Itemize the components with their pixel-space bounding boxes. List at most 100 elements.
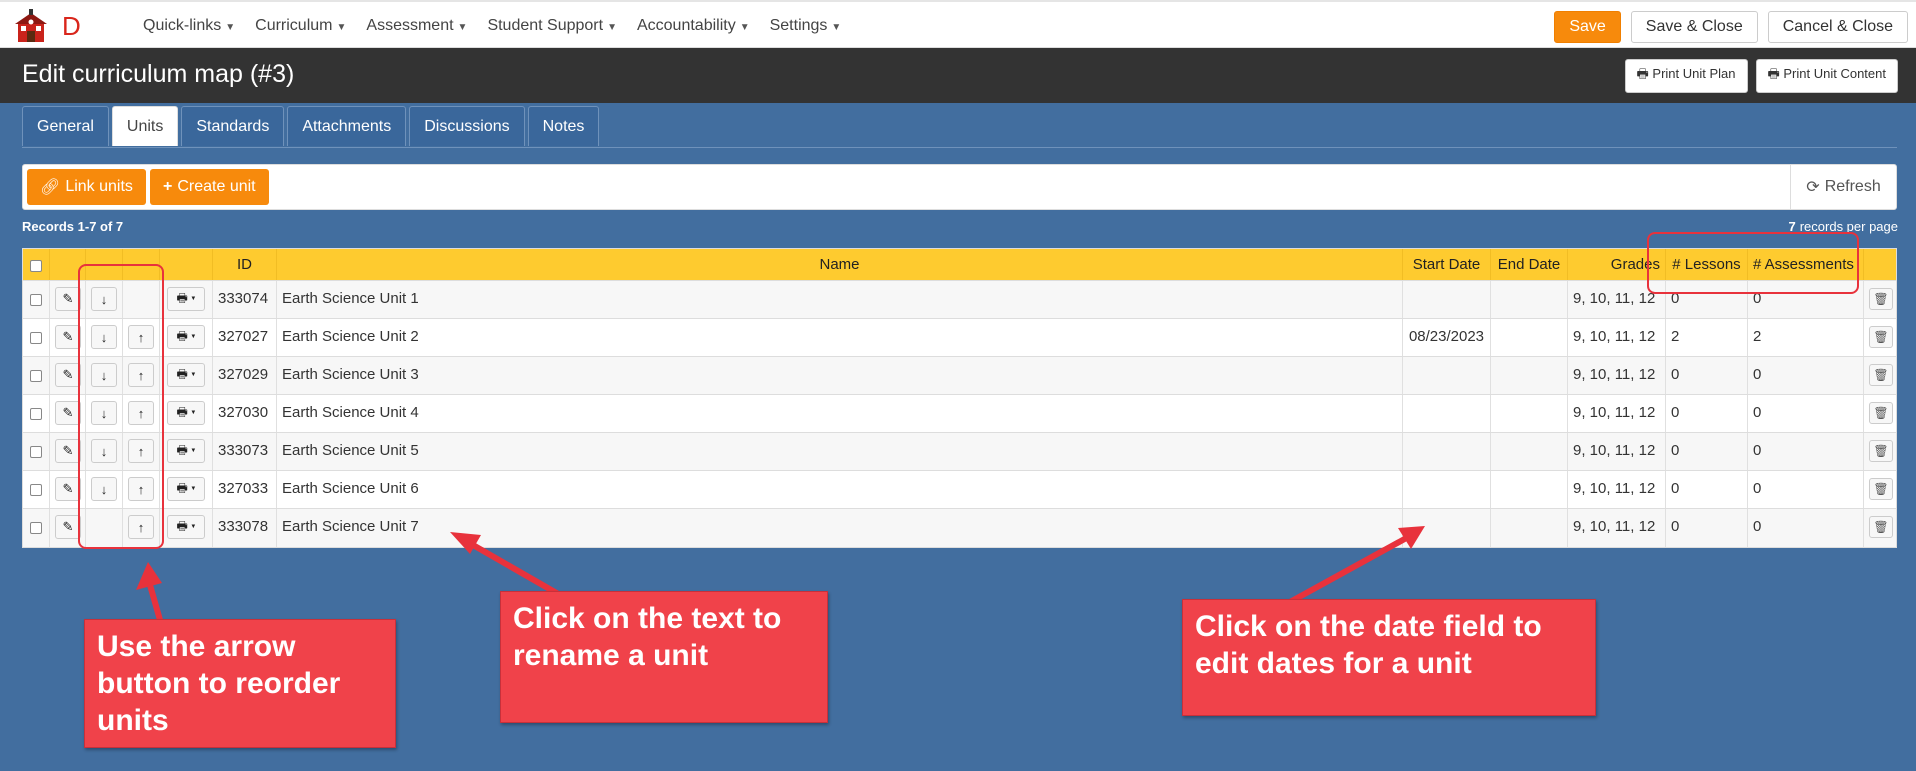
print-unit-content-button[interactable]: 🖶 Print Unit Content <box>1755 59 1898 93</box>
printer-icon: 🖶 <box>1636 66 1653 81</box>
caret-down-icon: ▼ <box>831 22 842 33</box>
tab-notes[interactable]: Notes <box>527 106 600 146</box>
refresh-button[interactable]: ⟳ Refresh <box>1790 165 1896 209</box>
select-all-cell <box>23 249 50 280</box>
select-all-checkbox[interactable] <box>30 260 42 272</box>
unit-name[interactable]: Earth Science Unit 4 <box>277 395 1403 432</box>
start-date[interactable] <box>1403 357 1491 394</box>
grades: 9, 10, 11, 12 <box>1568 471 1666 508</box>
header-end-date: End Date <box>1491 249 1568 280</box>
tab-attachments[interactable]: Attachments <box>287 106 407 146</box>
row-checkbox[interactable] <box>30 294 42 306</box>
header-print <box>160 249 213 280</box>
end-date[interactable] <box>1491 281 1568 318</box>
tab-divider <box>22 147 1897 148</box>
menu-student-support[interactable]: Student Support ▼ <box>487 17 617 35</box>
print-unit-plan-button[interactable]: 🖶 Print Unit Plan <box>1624 59 1748 93</box>
tab-general[interactable]: General <box>22 106 109 146</box>
tab-bar: General Units Standards Attachments Disc… <box>22 106 600 146</box>
row-checkbox[interactable] <box>30 484 42 496</box>
select-cell <box>23 509 50 547</box>
delete-cell: 🗑︎ <box>1864 433 1898 470</box>
row-checkbox[interactable] <box>30 408 42 420</box>
table-row: ✎ ↑ 🖶 ▾ 333078 Earth Science Unit 7 9, 10, 11… <box>23 509 1896 547</box>
trash-icon[interactable]: 🗑︎ <box>1869 402 1893 424</box>
link-icon: 🔗︎ <box>40 179 61 196</box>
top-actions: Save Save & Close Cancel & Close <box>1554 11 1908 43</box>
tab-discussions[interactable]: Discussions <box>409 106 525 146</box>
unit-name[interactable]: Earth Science Unit 3 <box>277 357 1403 394</box>
button-label: Refresh <box>1824 178 1881 195</box>
trash-icon[interactable]: 🗑︎ <box>1869 440 1893 462</box>
start-date[interactable] <box>1403 433 1491 470</box>
tab-standards[interactable]: Standards <box>181 106 285 146</box>
end-date[interactable] <box>1491 395 1568 432</box>
printer-dropdown-icon[interactable]: 🖶 ▾ <box>167 401 205 425</box>
menu-assessment[interactable]: Assessment ▼ <box>366 17 467 35</box>
menu-accountability[interactable]: Accountability ▼ <box>637 17 750 35</box>
trash-icon[interactable]: 🗑︎ <box>1869 364 1893 386</box>
counts-highlight <box>1647 232 1859 294</box>
printer-dropdown-icon[interactable]: 🖶 ▾ <box>167 477 205 501</box>
start-date[interactable] <box>1403 395 1491 432</box>
unit-name[interactable]: Earth Science Unit 5 <box>277 433 1403 470</box>
save-button[interactable]: Save <box>1554 11 1621 43</box>
link-units-button[interactable]: 🔗︎ Link units <box>27 169 146 205</box>
caret-down-icon: ▼ <box>739 22 750 33</box>
unit-id: 327029 <box>213 357 277 394</box>
printer-dropdown-icon[interactable]: 🖶 ▾ <box>167 325 205 349</box>
header-delete <box>1864 249 1898 280</box>
reorder-highlight <box>78 264 164 549</box>
lesson-count: 0 <box>1666 471 1748 508</box>
grades: 9, 10, 11, 12 <box>1568 357 1666 394</box>
print-cell: 🖶 ▾ <box>160 509 213 547</box>
row-checkbox[interactable] <box>30 370 42 382</box>
select-cell <box>23 433 50 470</box>
logo-letter[interactable]: D <box>62 11 81 42</box>
trash-icon[interactable]: 🗑︎ <box>1869 516 1893 538</box>
trash-icon[interactable]: 🗑︎ <box>1869 478 1893 500</box>
printer-dropdown-icon[interactable]: 🖶 ▾ <box>167 363 205 387</box>
printer-dropdown-icon[interactable]: 🖶 ▾ <box>167 515 205 539</box>
unit-name[interactable]: Earth Science Unit 1 <box>277 281 1403 318</box>
table-header: ID Name Start Date End Date Grades # Les… <box>23 249 1896 281</box>
menu-label: Accountability <box>636 17 736 34</box>
button-label: Print Unit Plan <box>1652 66 1736 81</box>
row-checkbox[interactable] <box>30 332 42 344</box>
trash-icon[interactable]: 🗑︎ <box>1869 288 1893 310</box>
assessment-count: 0 <box>1748 357 1864 394</box>
end-date[interactable] <box>1491 433 1568 470</box>
unit-name[interactable]: Earth Science Unit 2 <box>277 319 1403 356</box>
end-date[interactable] <box>1491 319 1568 356</box>
start-date[interactable] <box>1403 509 1491 547</box>
end-date[interactable] <box>1491 357 1568 394</box>
trash-icon[interactable]: 🗑︎ <box>1869 326 1893 348</box>
cancel-close-button[interactable]: Cancel & Close <box>1767 11 1908 43</box>
table-row: ✎ ↓ 🖶 ▾ 333074 Earth Science Unit 1 9, 10, 11… <box>23 281 1896 319</box>
end-date[interactable] <box>1491 509 1568 547</box>
start-date[interactable] <box>1403 471 1491 508</box>
schoolhouse-icon[interactable] <box>12 7 50 45</box>
lesson-count: 0 <box>1666 433 1748 470</box>
tab-units[interactable]: Units <box>111 106 179 146</box>
save-close-button[interactable]: Save & Close <box>1630 11 1758 43</box>
create-unit-button[interactable]: + Create unit <box>150 169 269 205</box>
end-date[interactable] <box>1491 471 1568 508</box>
button-label: Create unit <box>177 178 256 195</box>
menu-quick-links[interactable]: Quick-links ▼ <box>143 17 235 35</box>
start-date[interactable] <box>1403 281 1491 318</box>
menu-curriculum[interactable]: Curriculum ▼ <box>255 17 346 35</box>
printer-dropdown-icon[interactable]: 🖶 ▾ <box>167 439 205 463</box>
header-start-date: Start Date <box>1403 249 1491 280</box>
printer-dropdown-icon[interactable]: 🖶 ▾ <box>167 287 205 311</box>
start-date[interactable]: 08/23/2023 <box>1403 319 1491 356</box>
grades: 9, 10, 11, 12 <box>1568 433 1666 470</box>
unit-name[interactable]: Earth Science Unit 7 <box>277 509 1403 547</box>
unit-name[interactable]: Earth Science Unit 6 <box>277 471 1403 508</box>
row-checkbox[interactable] <box>30 446 42 458</box>
select-cell <box>23 471 50 508</box>
row-checkbox[interactable] <box>30 522 42 534</box>
menu-settings[interactable]: Settings ▼ <box>770 17 842 35</box>
unit-id: 333073 <box>213 433 277 470</box>
print-cell: 🖶 ▾ <box>160 281 213 318</box>
